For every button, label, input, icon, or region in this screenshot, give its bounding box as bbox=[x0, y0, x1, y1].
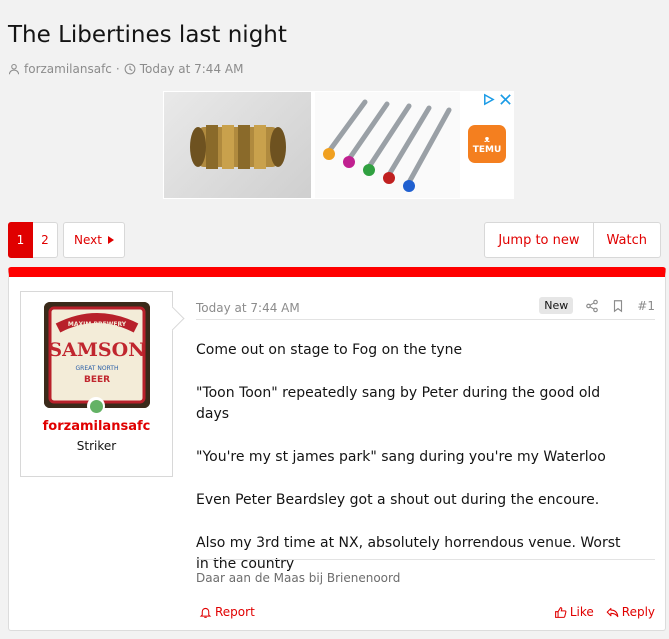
thread-time[interactable]: Today at 7:44 AM bbox=[140, 62, 244, 76]
meta-separator: · bbox=[115, 62, 120, 76]
user-icon bbox=[8, 63, 20, 75]
like-button[interactable]: Like bbox=[554, 605, 594, 619]
reply-label: Reply bbox=[621, 605, 655, 619]
signature-divider bbox=[196, 559, 655, 560]
message-paragraph: Even Peter Beardsley got a shout out dur… bbox=[196, 492, 600, 508]
new-badge: New bbox=[539, 297, 574, 314]
bookmark-icon[interactable] bbox=[611, 299, 625, 313]
thread-author[interactable]: forzamilansafc bbox=[24, 62, 112, 76]
chevron-right-icon bbox=[107, 236, 114, 244]
avatar[interactable]: MAXIM BREWERY SAMSON GREAT NORTH BEER bbox=[44, 302, 150, 408]
post: MAXIM BREWERY SAMSON GREAT NORTH BEER fo… bbox=[8, 267, 666, 631]
ad-controls bbox=[482, 93, 512, 106]
drill-bits-image bbox=[323, 99, 452, 192]
message-paragraph: Come out on stage to Fog on the tyne bbox=[196, 342, 463, 358]
avatar-brand-text: SAMSON bbox=[48, 339, 145, 361]
page-2-button[interactable]: 2 bbox=[33, 222, 58, 258]
avatar-beer-text: BEER bbox=[84, 375, 110, 385]
report-button[interactable]: Report bbox=[199, 605, 255, 619]
temu-logo-text: TEMU bbox=[472, 144, 502, 155]
post-username[interactable]: forzamilansafc bbox=[21, 419, 172, 434]
online-status-icon bbox=[87, 397, 105, 415]
cryptex-image bbox=[189, 125, 286, 169]
advertisement[interactable]: ᴥ TEMU bbox=[163, 91, 514, 199]
avatar-brewery-text: MAXIM BREWERY bbox=[68, 321, 127, 328]
share-icon[interactable] bbox=[585, 299, 599, 313]
like-label: Like bbox=[569, 605, 594, 619]
bell-icon bbox=[199, 607, 212, 618]
avatar-region-text: GREAT NORTH bbox=[76, 365, 119, 372]
thread-title: The Libertines last night bbox=[8, 22, 287, 48]
report-label: Report bbox=[215, 605, 255, 619]
post-user-title: Striker bbox=[76, 439, 117, 453]
clock-icon bbox=[124, 63, 136, 75]
reply-button[interactable]: Reply bbox=[606, 605, 655, 619]
temu-logo-mark: ᴥ bbox=[484, 134, 490, 145]
ad-image-bits[interactable] bbox=[315, 92, 460, 198]
post-number[interactable]: #1 bbox=[637, 299, 655, 313]
jump-to-new-button[interactable]: Jump to new bbox=[484, 222, 594, 258]
user-cell: MAXIM BREWERY SAMSON GREAT NORTH BEER fo… bbox=[20, 291, 173, 477]
pagination: 1 2 Next bbox=[8, 222, 125, 258]
page-1-button[interactable]: 1 bbox=[8, 222, 33, 258]
next-page-label: Next bbox=[74, 233, 102, 247]
post-signature: Daar aan de Maas bij Brienenoord bbox=[196, 571, 401, 585]
thread-meta: forzamilansafc · Today at 7:44 AM bbox=[8, 62, 243, 76]
message-paragraph: Also my 3rd time at NX, absolutely horre… bbox=[196, 535, 621, 572]
temu-logo[interactable]: ᴥ TEMU bbox=[468, 125, 506, 163]
reply-icon bbox=[606, 607, 619, 617]
next-page-button[interactable]: Next bbox=[63, 222, 125, 258]
watch-button[interactable]: Watch bbox=[593, 222, 661, 258]
post-header-divider bbox=[196, 319, 655, 320]
close-icon[interactable] bbox=[499, 93, 512, 106]
post-tools: New #1 bbox=[539, 297, 655, 314]
post-footer-actions: Like Reply bbox=[554, 605, 655, 619]
message-paragraph: "You're my st james park" sang during yo… bbox=[196, 449, 606, 465]
adchoices-icon[interactable] bbox=[482, 93, 495, 106]
message-paragraph: "Toon Toon" repeatedly sang by Peter dur… bbox=[196, 385, 601, 422]
avatar-image: MAXIM BREWERY SAMSON GREAT NORTH BEER bbox=[44, 302, 150, 408]
post-date[interactable]: Today at 7:44 AM bbox=[196, 301, 300, 315]
ad-image-cryptex[interactable] bbox=[164, 92, 311, 198]
thread-actions: Jump to new Watch bbox=[484, 222, 661, 258]
thumbs-up-icon bbox=[554, 606, 567, 618]
